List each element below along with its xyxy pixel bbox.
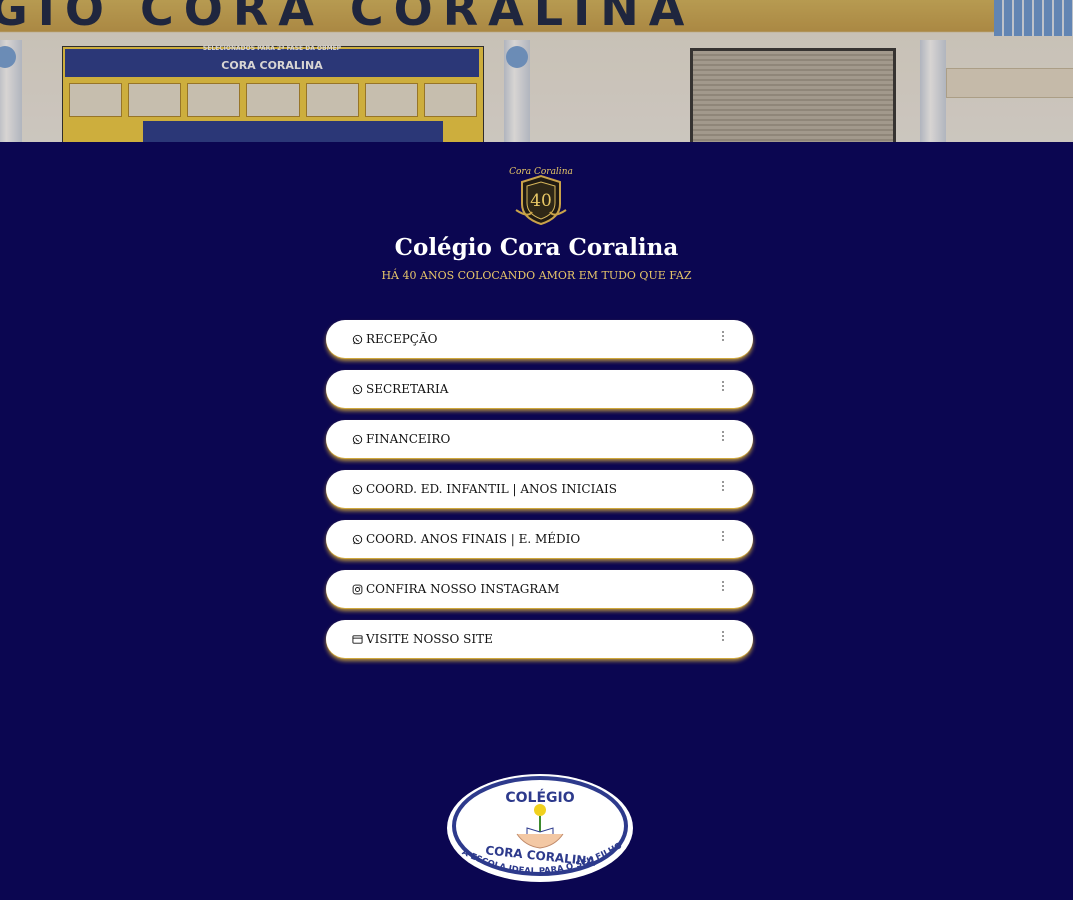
forty-years-badge-logo: 40 Cora Coralina [509, 167, 573, 226]
link-coord-infantil[interactable]: COORD. ED. INFANTIL | ANOS INICIAIS [326, 470, 753, 508]
more-options-icon[interactable] [722, 531, 725, 545]
link-label: FINANCEIRO [366, 432, 451, 446]
whatsapp-icon [351, 333, 363, 345]
badge-number: 40 [530, 191, 552, 211]
logo-top-text: COLÉGIO [505, 789, 574, 806]
link-label: VISITE NOSSO SITE [366, 632, 493, 646]
school-facade-photo: GIO CORA CORALINA SELECIONADOS PARA 2ª F… [0, 0, 1073, 142]
whatsapp-icon [351, 433, 363, 445]
more-options-icon[interactable] [722, 631, 725, 645]
link-label: COORD. ANOS FINAIS | E. MÉDIO [366, 532, 581, 546]
more-options-icon[interactable] [722, 381, 725, 395]
whatsapp-icon [351, 483, 363, 495]
link-recepcao[interactable]: RECEPÇÃO [326, 320, 753, 358]
whatsapp-icon [351, 533, 363, 545]
school-footer-logo: COLÉGIO CORA CORALINA A ESCOLA IDEAL PAR… [447, 774, 633, 882]
link-label: RECEPÇÃO [366, 332, 438, 346]
link-secretaria[interactable]: SECRETARIA [326, 370, 753, 408]
page-title: Colégio Cora Coralina [394, 234, 679, 261]
badge-text: Cora Coralina [509, 167, 573, 177]
more-options-icon[interactable] [722, 331, 725, 345]
instagram-icon [351, 583, 363, 595]
link-financeiro[interactable]: FINANCEIRO [326, 420, 753, 458]
hero-banner: GIO CORA CORALINA SELECIONADOS PARA 2ª F… [0, 0, 1073, 142]
more-options-icon[interactable] [722, 431, 725, 445]
more-options-icon[interactable] [722, 581, 725, 595]
whatsapp-icon [351, 383, 363, 395]
more-options-icon[interactable] [722, 481, 725, 495]
browser-icon [351, 633, 363, 645]
link-instagram[interactable]: CONFIRA NOSSO INSTAGRAM [326, 570, 753, 608]
link-coord-finais[interactable]: COORD. ANOS FINAIS | E. MÉDIO [326, 520, 753, 558]
link-label: CONFIRA NOSSO INSTAGRAM [366, 582, 560, 596]
link-label: COORD. ED. INFANTIL | ANOS INICIAIS [366, 482, 617, 496]
link-site[interactable]: VISITE NOSSO SITE [326, 620, 753, 658]
link-label: SECRETARIA [366, 382, 449, 396]
page-subtitle: HÁ 40 ANOS COLOCANDO AMOR EM TUDO QUE FA… [381, 269, 692, 282]
link-list: RECEPÇÃO SECRETARIA FINANCEIRO COORD. ED… [326, 320, 753, 670]
